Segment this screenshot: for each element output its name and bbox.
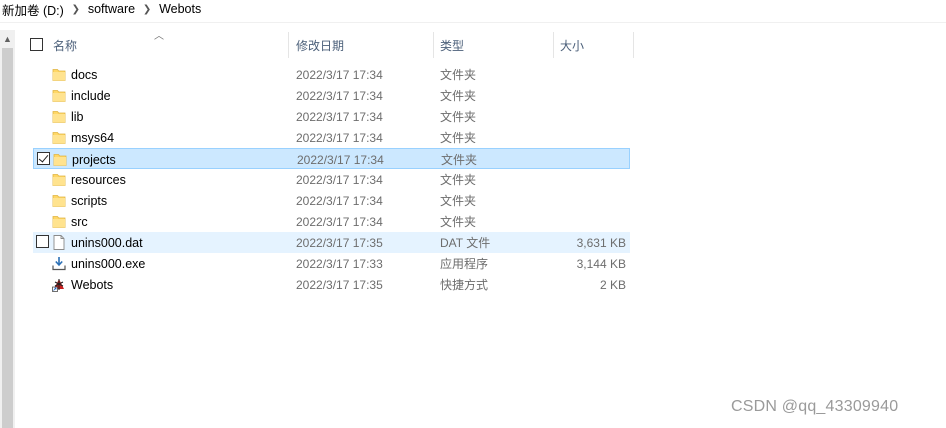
file-name: include — [71, 88, 111, 103]
file-type: 文件夹 — [440, 110, 477, 124]
file-type: 文件夹 — [440, 194, 477, 208]
file-date: 2022/3/17 17:34 — [296, 109, 383, 124]
breadcrumb: 新加卷 (D:) ❯ software ❯ Webots — [0, 0, 946, 18]
column-name[interactable]: 名称 — [53, 32, 288, 58]
file-type: 文件夹 — [440, 89, 477, 103]
webots-shortcut-icon — [52, 277, 66, 292]
file-row[interactable]: lib 2022/3/17 17:34 文件夹 — [33, 106, 630, 127]
file-size — [556, 149, 627, 170]
file-date: 2022/3/17 17:34 — [296, 67, 383, 82]
file-size — [555, 106, 626, 127]
folder-icon — [52, 109, 66, 124]
column-divider[interactable] — [433, 32, 434, 58]
folder-icon — [52, 67, 66, 82]
file-date: 2022/3/17 17:34 — [296, 130, 383, 145]
file-row[interactable]: unins000.dat 2022/3/17 17:35 DAT 文件 3,631 K… — [33, 232, 630, 253]
divider — [0, 22, 946, 23]
row-checkbox[interactable] — [36, 235, 49, 248]
file-name: lib — [71, 109, 84, 124]
file-date: 2022/3/17 17:35 — [296, 235, 383, 250]
folder-icon — [52, 130, 66, 145]
folder-icon — [52, 214, 66, 229]
file-name: unins000.dat — [71, 235, 143, 250]
vertical-scrollbar[interactable]: ▲ — [0, 30, 15, 428]
file-row[interactable]: unins000.exe 2022/3/17 17:33 应用程序 3,144 KB — [33, 253, 630, 274]
file-type: 文件夹 — [440, 215, 477, 229]
watermark: CSDN @qq_43309940 — [731, 398, 899, 415]
row-checkbox[interactable] — [37, 152, 50, 165]
scroll-up-icon[interactable]: ▲ — [2, 34, 13, 44]
scroll-thumb[interactable] — [2, 48, 13, 428]
file-type: 文件夹 — [440, 68, 477, 82]
chevron-right-icon: ❯ — [142, 3, 152, 15]
file-size: 3,144 KB — [576, 256, 626, 271]
file-icon — [52, 235, 66, 250]
column-header: ︿ 名称 修改日期 类型 大小 — [15, 31, 946, 58]
column-divider[interactable] — [633, 32, 634, 58]
file-row[interactable]: Webots 2022/3/17 17:35 快捷方式 2 KB — [33, 274, 630, 295]
file-row[interactable]: resources 2022/3/17 17:34 文件夹 — [33, 169, 630, 190]
folder-icon — [52, 88, 66, 103]
file-date: 2022/3/17 17:33 — [296, 256, 383, 271]
file-name: projects — [72, 152, 116, 167]
file-size — [555, 127, 626, 148]
file-row[interactable]: docs 2022/3/17 17:34 文件夹 — [33, 64, 630, 85]
file-type: 文件夹 — [441, 153, 478, 167]
file-name: Webots — [71, 277, 114, 292]
file-name: src — [71, 214, 88, 229]
file-row[interactable]: projects 2022/3/17 17:34 文件夹 — [33, 148, 630, 169]
file-name: msys64 — [71, 130, 115, 145]
file-row[interactable]: include 2022/3/17 17:34 文件夹 — [33, 85, 630, 106]
file-size — [555, 85, 626, 106]
file-size: 3,631 KB — [576, 235, 626, 250]
file-size — [555, 169, 626, 190]
column-type[interactable]: 类型 — [440, 32, 553, 58]
file-date: 2022/3/17 17:34 — [296, 193, 383, 208]
file-name: scripts — [71, 193, 108, 208]
file-name: resources — [71, 172, 126, 187]
file-name: unins000.exe — [71, 256, 146, 271]
file-type: 应用程序 — [440, 257, 489, 271]
file-row[interactable]: src 2022/3/17 17:34 文件夹 — [33, 211, 630, 232]
file-type: 文件夹 — [440, 131, 477, 145]
column-date[interactable]: 修改日期 — [296, 32, 433, 58]
breadcrumb-drive[interactable]: 新加卷 (D:) — [0, 0, 66, 19]
file-date: 2022/3/17 17:35 — [296, 277, 383, 292]
select-all-checkbox[interactable] — [30, 38, 43, 51]
folder-icon — [52, 172, 66, 187]
file-type: 快捷方式 — [440, 278, 489, 292]
file-name: docs — [71, 67, 98, 82]
file-date: 2022/3/17 17:34 — [296, 172, 383, 187]
file-row[interactable]: scripts 2022/3/17 17:34 文件夹 — [33, 190, 630, 211]
breadcrumb-webots[interactable]: Webots — [157, 2, 203, 16]
file-size — [555, 64, 626, 85]
breadcrumb-software[interactable]: software — [86, 2, 137, 16]
file-date: 2022/3/17 17:34 — [297, 152, 384, 167]
file-type: DAT 文件 — [440, 236, 491, 250]
column-size[interactable]: 大小 — [560, 32, 633, 58]
folder-icon — [53, 152, 67, 167]
column-divider[interactable] — [288, 32, 289, 58]
file-row[interactable]: msys64 2022/3/17 17:34 文件夹 — [33, 127, 630, 148]
file-type: 文件夹 — [440, 173, 477, 187]
file-size: 2 KB — [599, 277, 626, 292]
column-divider[interactable] — [553, 32, 554, 58]
folder-icon — [52, 193, 66, 208]
file-size — [555, 211, 626, 232]
file-date: 2022/3/17 17:34 — [296, 214, 383, 229]
installer-icon — [52, 256, 66, 271]
file-date: 2022/3/17 17:34 — [296, 88, 383, 103]
chevron-right-icon: ❯ — [71, 3, 80, 15]
file-size — [555, 190, 626, 211]
